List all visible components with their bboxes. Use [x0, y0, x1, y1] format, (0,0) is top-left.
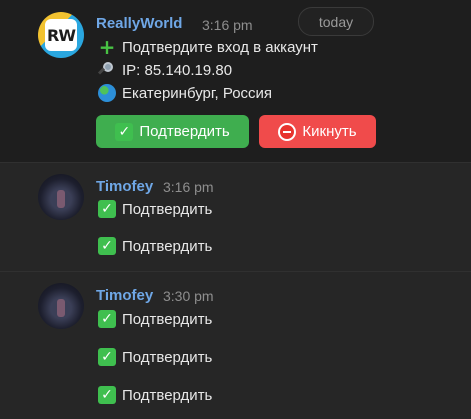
message-reallyworld: today RW ReallyWorld 3:16 pm + Подтверди…: [0, 0, 471, 162]
message-time: 3:16 pm: [202, 17, 253, 33]
confirm-button[interactable]: ✓ Подтвердить: [96, 115, 249, 148]
message-line: ✓ Подтвердить: [98, 200, 212, 218]
author-name[interactable]: Timofey: [96, 287, 153, 304]
message-text: Подтвердить: [122, 348, 213, 366]
message-text: Подтвердить: [122, 237, 213, 255]
no-entry-icon: [278, 122, 297, 141]
avatar[interactable]: [38, 174, 84, 220]
message-text: Екатеринбург, Россия: [122, 84, 273, 102]
plus-icon: +: [98, 35, 116, 59]
kick-button[interactable]: Кикнуть: [259, 115, 376, 148]
message-line: ✓ Подтвердить: [98, 386, 212, 404]
message-time: 3:16 pm: [163, 179, 214, 195]
message-line: Екатеринбург, Россия: [98, 84, 272, 102]
message-time: 3:30 pm: [163, 288, 214, 304]
check-icon: ✓: [98, 200, 116, 218]
reallyworld-logo-icon: RW: [45, 19, 77, 51]
message-line: ✓ Подтвердить: [98, 310, 212, 328]
message-text: Подтвердить: [122, 310, 213, 328]
avatar[interactable]: RW: [38, 12, 84, 58]
message-text: Подтвердить: [122, 386, 213, 404]
magnifier-icon: [97, 61, 116, 79]
check-icon: ✓: [98, 386, 116, 404]
date-divider: today: [298, 7, 374, 36]
author-name[interactable]: Timofey: [96, 178, 153, 195]
kick-button-label: Кикнуть: [302, 123, 357, 140]
message-timofey: Timofey 3:30 pm ✓ Подтвердить ✓ Подтверд…: [0, 271, 471, 419]
confirm-button-label: Подтвердить: [139, 123, 230, 140]
message-text: IP: 85.140.19.80: [122, 61, 233, 79]
avatar[interactable]: [38, 283, 84, 329]
check-icon: ✓: [115, 122, 134, 141]
message-line: ✓ Подтвердить: [98, 348, 212, 366]
author-name[interactable]: ReallyWorld: [96, 15, 182, 32]
globe-icon: [98, 84, 116, 102]
check-icon: ✓: [98, 348, 116, 366]
message-timofey: Timofey 3:16 pm ✓ Подтвердить ✓ Подтверд…: [0, 162, 471, 271]
message-line: ✓ Подтвердить: [98, 237, 212, 255]
message-text: Подтвердить: [122, 200, 213, 218]
message-line: + Подтвердите вход в аккаунт: [98, 35, 318, 59]
check-icon: ✓: [98, 310, 116, 328]
message-line: IP: 85.140.19.80: [97, 61, 233, 79]
check-icon: ✓: [98, 237, 116, 255]
message-text: Подтвердите вход в аккаунт: [122, 38, 318, 56]
